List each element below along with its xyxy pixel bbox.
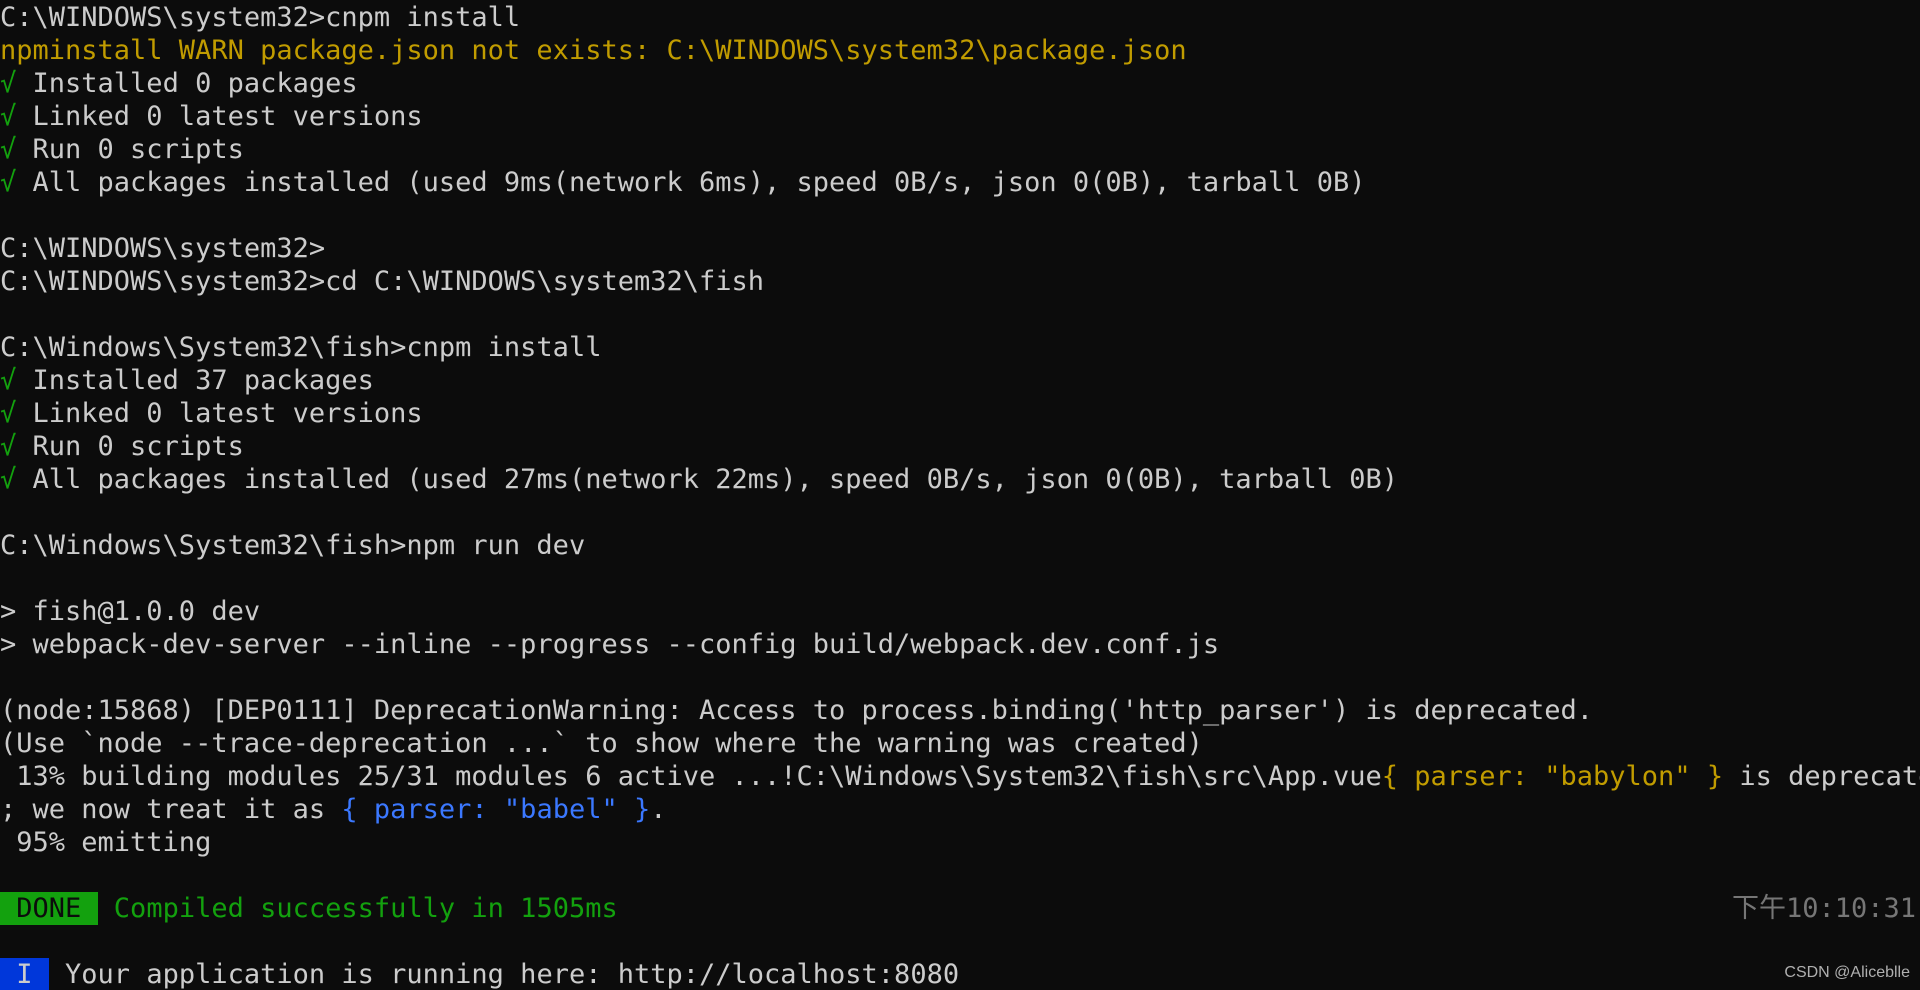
command-line: C:\Windows\System32\fish>cnpm install: [0, 331, 1920, 364]
command-line: C:\WINDOWS\system32>cd C:\WINDOWS\system…: [0, 265, 1920, 298]
result-text: All packages installed (used 27ms(networ…: [16, 464, 1398, 495]
period-text: .: [650, 794, 667, 825]
progress-line: 13% building modules 25/31 modules 6 act…: [0, 760, 1920, 793]
result-line: √ Linked 0 latest versions: [0, 100, 1920, 133]
info-badge: I: [0, 958, 49, 990]
check-icon: √: [0, 464, 17, 495]
result-text: Run 0 scripts: [16, 431, 244, 462]
deprecated-text: is deprecated: [1739, 761, 1920, 792]
result-text: Linked 0 latest versions: [16, 101, 423, 132]
result-text: Run 0 scripts: [16, 134, 244, 165]
result-text: Linked 0 latest versions: [16, 398, 423, 429]
deprecation-text: (node:15868) [DEP0111] DeprecationWarnin…: [0, 695, 1594, 726]
command-text: C:\Windows\System32\fish>npm run dev: [0, 530, 586, 561]
check-icon: √: [0, 101, 17, 132]
result-line: √ All packages installed (used 27ms(netw…: [0, 463, 1920, 496]
emitting-text: 95% emitting: [0, 827, 212, 858]
check-icon: √: [0, 398, 17, 429]
command-line: C:\Windows\System32\fish>npm run dev: [0, 529, 1920, 562]
progress-line: 95% emitting: [0, 826, 1920, 859]
progress-text: 13% building modules 25/31 modules 6 act…: [0, 761, 1382, 792]
parser-babylon-text: { parser: "babylon" }: [1381, 761, 1724, 792]
result-text: All packages installed (used 9ms(network…: [16, 167, 1366, 198]
check-icon: √: [0, 68, 17, 99]
compiled-text: Compiled successfully in 1505ms: [97, 893, 618, 924]
check-icon: √: [0, 431, 17, 462]
watermark: CSDN @Aliceblle: [1784, 964, 1910, 981]
parser-babel-text: { parser: "babel" }: [341, 794, 651, 825]
result-line: √ Linked 0 latest versions: [0, 397, 1920, 430]
command-line: C:\WINDOWS\system32>: [0, 232, 1920, 265]
check-icon: √: [0, 134, 17, 165]
warning-line: npminstall WARN package.json not exists:…: [0, 34, 1920, 67]
prompt-text: C:\WINDOWS\system32>: [0, 233, 326, 264]
output-line: > webpack-dev-server --inline --progress…: [0, 628, 1920, 661]
done-line: DONE Compiled successfully in 1505ms 下午10…: [0, 892, 1920, 925]
command-text: C:\Windows\System32\fish>cnpm install: [0, 332, 602, 363]
result-line: √ All packages installed (used 9ms(netwo…: [0, 166, 1920, 199]
result-text: Installed 37 packages: [16, 365, 374, 396]
deprecation-hint-text: (Use `node --trace-deprecation ...` to s…: [0, 728, 1203, 759]
timestamp: 下午10:10:31: [1731, 893, 1916, 924]
info-line: I Your application is running here: http…: [0, 958, 1920, 990]
treat-text: ; we now treat it as: [0, 794, 342, 825]
progress-continuation-line: ; we now treat it as { parser: "babel" }…: [0, 793, 1920, 826]
terminal-window[interactable]: C:\WINDOWS\system32>cnpm install npminst…: [0, 0, 1920, 990]
running-text: Your application is running here: http:/…: [48, 959, 960, 990]
result-line: √ Run 0 scripts: [0, 430, 1920, 463]
deprecation-hint-line: (Use `node --trace-deprecation ...` to s…: [0, 727, 1920, 760]
done-badge: DONE: [0, 892, 98, 925]
output-text: > webpack-dev-server --inline --progress…: [0, 629, 1220, 660]
result-line: √ Installed 0 packages: [0, 67, 1920, 100]
warning-text: npminstall WARN package.json not exists:…: [0, 35, 1187, 66]
output-line: > fish@1.0.0 dev: [0, 595, 1920, 628]
result-text: Installed 0 packages: [16, 68, 358, 99]
deprecation-line: (node:15868) [DEP0111] DeprecationWarnin…: [0, 694, 1920, 727]
command-text: C:\WINDOWS\system32>cd C:\WINDOWS\system…: [0, 266, 765, 297]
check-icon: √: [0, 365, 17, 396]
result-line: √ Installed 37 packages: [0, 364, 1920, 397]
command-text: C:\WINDOWS\system32>cnpm install: [0, 2, 521, 33]
command-line: C:\WINDOWS\system32>cnpm install: [0, 1, 1920, 34]
check-icon: √: [0, 167, 17, 198]
result-line: √ Run 0 scripts: [0, 133, 1920, 166]
output-text: > fish@1.0.0 dev: [0, 596, 261, 627]
